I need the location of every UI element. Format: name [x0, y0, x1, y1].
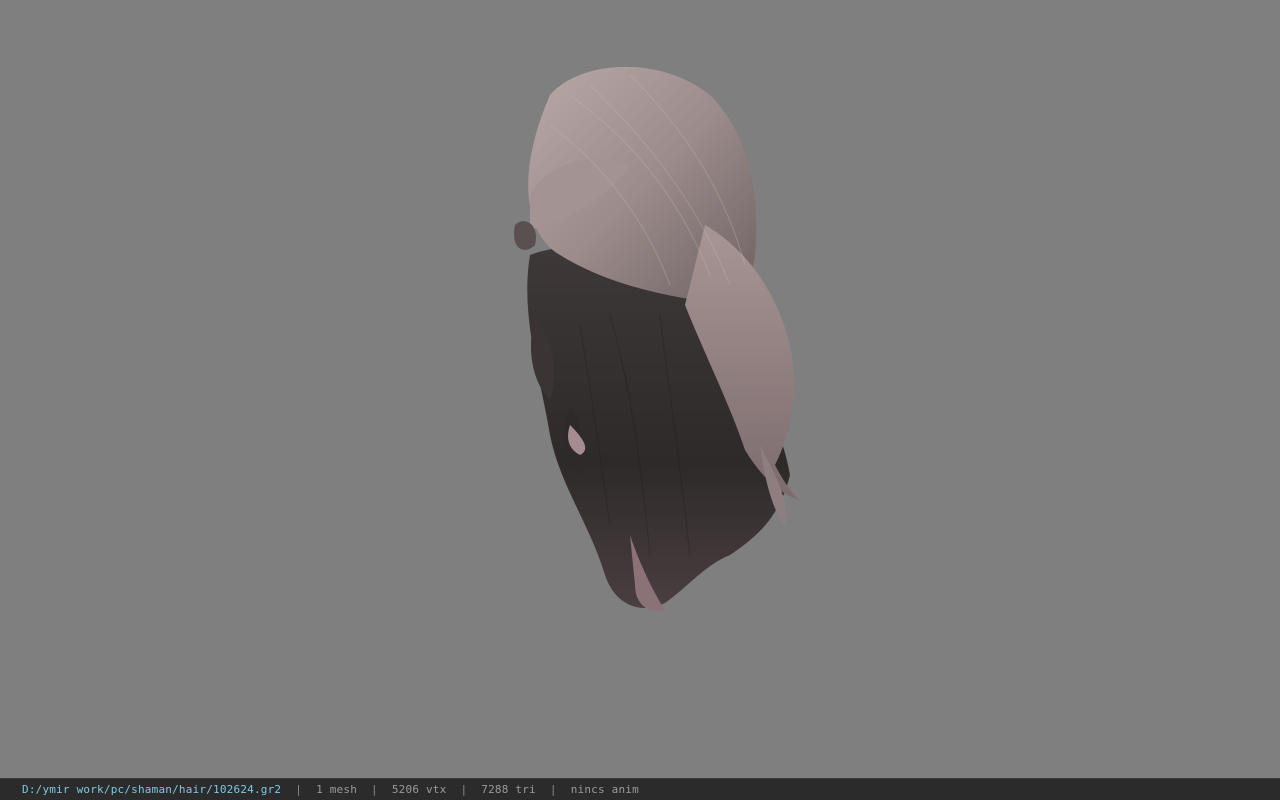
hair-model-icon[interactable]: [490, 55, 820, 625]
status-separator: |: [371, 783, 378, 796]
status-separator: |: [460, 783, 468, 796]
anim-status: nincs anim: [570, 783, 639, 796]
file-path: D:/ymir work/pc/shaman/hair/102624.gr2: [22, 783, 282, 796]
vertex-count: 5206 vtx: [391, 783, 447, 796]
mesh-count: 1 mesh: [316, 783, 358, 796]
status-separator: |: [295, 783, 303, 796]
status-separator: |: [549, 783, 557, 796]
3d-viewport[interactable]: [0, 0, 1280, 778]
triangle-count: 7288 tri: [481, 783, 536, 796]
status-bar: D:/ymir work/pc/shaman/hair/102624.gr2 |…: [0, 778, 1280, 800]
